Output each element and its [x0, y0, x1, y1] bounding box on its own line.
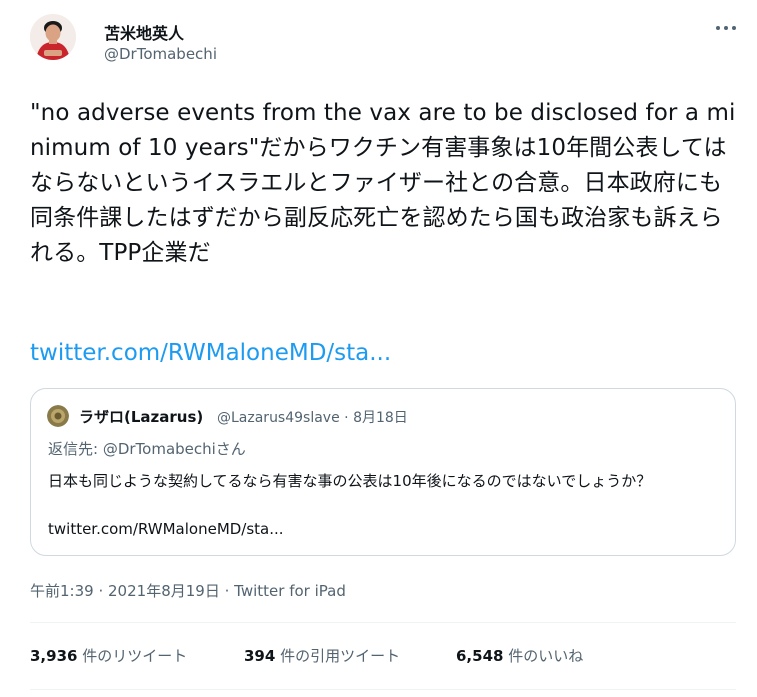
quote-tweets-stat[interactable]: 394 件の引用ツイート: [244, 645, 400, 666]
timestamp-date[interactable]: 2021年8月19日: [108, 582, 220, 600]
tweet-timestamp: 午前1:39 · 2021年8月19日 · Twitter for iPad: [30, 580, 346, 601]
quoted-tweet[interactable]: ラザロ(Lazarus) @Lazarus49slave · 8月18日 返信先…: [30, 388, 736, 556]
quote-meta: @Lazarus49slave · 8月18日: [217, 407, 408, 427]
quotes-count: 394: [244, 647, 276, 665]
separator-dot: ·: [224, 582, 235, 600]
more-icon[interactable]: [713, 18, 739, 38]
timestamp-time[interactable]: 午前1:39: [30, 582, 94, 600]
author-name[interactable]: 苫米地英人: [104, 20, 184, 44]
quote-reply-to: 返信先: @DrTomabechiさん: [48, 438, 246, 459]
author-handle[interactable]: @DrTomabechi: [104, 45, 217, 63]
likes-stat[interactable]: 6,548 件のいいね: [456, 645, 583, 666]
reply-mention[interactable]: @DrTomabechiさん: [103, 440, 246, 458]
quote-text: 日本も同じような契約してるなら有害な事の公表は10年後になるのではないでしょうか…: [48, 472, 652, 490]
likes-count: 6,548: [456, 647, 504, 665]
quote-link[interactable]: twitter.com/RWMaloneMD/sta...: [48, 520, 284, 538]
divider: [30, 622, 736, 623]
retweets-count: 3,936: [30, 647, 78, 665]
quote-avatar[interactable]: [47, 405, 69, 427]
quote-date[interactable]: 8月18日: [353, 410, 408, 426]
tweet: 苫米地英人 @DrTomabechi "no adverse events fr…: [0, 0, 757, 697]
tweet-source[interactable]: Twitter for iPad: [234, 582, 346, 600]
separator-dot: ·: [98, 582, 109, 600]
author-avatar[interactable]: [30, 14, 76, 60]
retweets-stat[interactable]: 3,936 件のリツイート: [30, 645, 187, 666]
quote-author-handle[interactable]: @Lazarus49slave: [217, 410, 340, 426]
tweet-text: "no adverse events from the vax are to b…: [30, 100, 736, 266]
likes-label: 件のいいね: [508, 647, 584, 665]
separator-dot: ·: [344, 410, 354, 426]
tweet-link[interactable]: twitter.com/RWMaloneMD/sta...: [30, 340, 391, 366]
retweets-label: 件のリツイート: [82, 647, 188, 665]
quotes-label: 件の引用ツイート: [280, 647, 401, 665]
quote-author-name[interactable]: ラザロ(Lazarus): [79, 406, 203, 427]
divider: [30, 689, 736, 690]
reply-prefix: 返信先:: [48, 440, 103, 458]
